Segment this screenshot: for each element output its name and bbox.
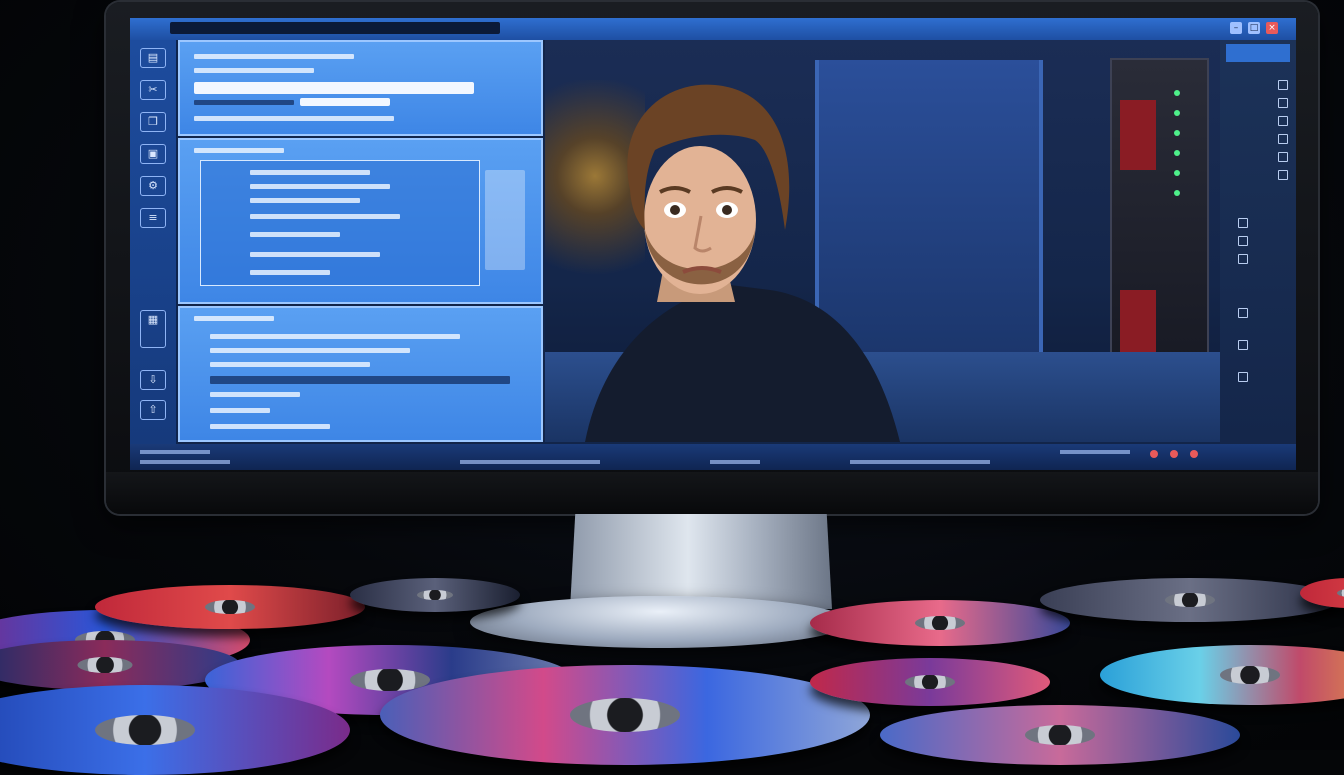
window-title-bar[interactable]: – □ × (130, 18, 1296, 40)
disc (1100, 645, 1344, 705)
record-icon[interactable] (1170, 450, 1178, 458)
folder-icon[interactable]: ▤ (140, 48, 166, 68)
disc (0, 640, 240, 690)
sidebar-item-icon[interactable] (1238, 236, 1248, 246)
sidebar-item-icon[interactable] (1238, 308, 1248, 318)
panel-line (194, 316, 274, 321)
panel-line (194, 116, 394, 121)
close-icon[interactable]: × (1266, 22, 1278, 34)
status-text (850, 460, 990, 464)
timeline-panel (178, 138, 543, 304)
field-bar[interactable] (194, 82, 474, 94)
panel-line (210, 334, 460, 339)
status-bar (130, 444, 1296, 470)
scene: – □ × ▤ ✂ ❐ ▣ ⚙ ≡ ▦ ⇩ ⇧ (0, 0, 1344, 775)
panel-line (250, 170, 370, 175)
left-toolbar: ▤ ✂ ❐ ▣ ⚙ ≡ ▦ ⇩ ⇧ (130, 40, 177, 444)
progress-track[interactable] (210, 376, 510, 384)
panel-line (210, 362, 370, 367)
panel-line (250, 232, 340, 237)
screen: – □ × ▤ ✂ ❐ ▣ ⚙ ≡ ▦ ⇩ ⇧ (130, 18, 1296, 470)
sidebar-header[interactable] (1226, 44, 1290, 62)
sidebar-item-icon[interactable] (1278, 80, 1288, 90)
sidebar-item-icon[interactable] (1238, 372, 1248, 382)
status-text (460, 460, 600, 464)
disc (380, 665, 870, 765)
sidebar-item-icon[interactable] (1278, 116, 1288, 126)
disc (1040, 578, 1340, 622)
monitor: – □ × ▤ ✂ ❐ ▣ ⚙ ≡ ▦ ⇩ ⇧ (106, 2, 1318, 514)
copy-icon[interactable]: ❐ (140, 112, 166, 132)
panel-line (250, 252, 380, 257)
status-text (1060, 450, 1130, 454)
status-text (710, 460, 760, 464)
film-icon[interactable]: ▦ (140, 310, 166, 348)
panel-line (194, 148, 284, 153)
person (585, 84, 900, 442)
panel-line (194, 100, 294, 105)
monitor-stand-neck (570, 514, 832, 609)
panel-line (210, 348, 410, 353)
paste-icon[interactable]: ▣ (140, 144, 166, 164)
layers-icon[interactable]: ≡ (140, 208, 166, 228)
monitor-bezel (106, 472, 1318, 514)
maximize-icon[interactable]: □ (1248, 22, 1260, 34)
field-bar[interactable] (300, 98, 390, 106)
video-preview[interactable] (545, 40, 1220, 442)
timeline-box (200, 160, 480, 286)
panel-line (210, 408, 270, 413)
disc (95, 585, 365, 629)
panel-line (250, 270, 330, 275)
scroll-area[interactable] (485, 170, 525, 270)
monitor-stand-base (470, 596, 850, 648)
sidebar-item-icon[interactable] (1238, 218, 1248, 228)
panel-line (210, 424, 330, 429)
settings-icon[interactable]: ⚙ (140, 176, 166, 196)
sidebar-item-icon[interactable] (1238, 254, 1248, 264)
panel-line (250, 184, 390, 189)
panel-line (250, 198, 360, 203)
sidebar-item-icon[interactable] (1238, 340, 1248, 350)
record-icon[interactable] (1150, 450, 1158, 458)
panel-line (250, 214, 400, 219)
export-icon[interactable]: ⇩ (140, 370, 166, 390)
properties-panel (178, 40, 543, 136)
disc (880, 705, 1240, 765)
media-panel (178, 306, 543, 442)
record-icon[interactable] (1190, 450, 1198, 458)
sidebar-item-icon[interactable] (1278, 170, 1288, 180)
window-title (170, 22, 500, 34)
minimize-icon[interactable]: – (1230, 22, 1242, 34)
cut-icon[interactable]: ✂ (140, 80, 166, 100)
sidebar-item-icon[interactable] (1278, 98, 1288, 108)
disc (810, 600, 1070, 646)
status-text (140, 460, 230, 464)
panel-line (194, 54, 354, 59)
sidebar-item-icon[interactable] (1278, 152, 1288, 162)
panel-line (194, 68, 314, 73)
disc (810, 658, 1050, 706)
status-text (140, 450, 210, 454)
disc (350, 578, 520, 612)
panel-line (210, 392, 300, 397)
right-sidebar (1220, 40, 1296, 444)
import-icon[interactable]: ⇧ (140, 400, 166, 420)
sidebar-item-icon[interactable] (1278, 134, 1288, 144)
